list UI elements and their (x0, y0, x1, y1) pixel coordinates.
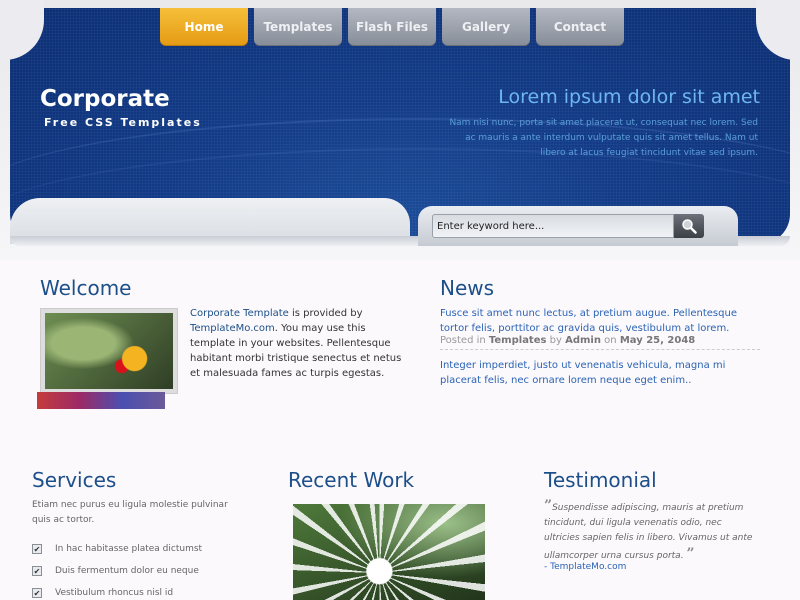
nav-item-flash-files[interactable]: Flash Files (348, 8, 436, 46)
checkbox-icon: ✔ (32, 588, 42, 598)
meta-on-label: on (604, 335, 617, 346)
quote-open-icon: ” (544, 498, 553, 514)
recent-work-heading: Recent Work (288, 468, 415, 492)
meta-date: May 25, 2048 (619, 335, 696, 346)
list-item[interactable]: ✔ Vestibulum rhoncus nisl id (32, 582, 202, 600)
welcome-text: Corporate Template is provided by Templa… (190, 306, 410, 381)
magnifier-icon (682, 219, 697, 234)
nav-item-templates[interactable]: Templates (254, 8, 342, 46)
corporate-template-link[interactable]: Corporate Template (190, 308, 289, 319)
news-divider (440, 349, 760, 350)
testimonial-author-link[interactable]: - TemplateMo.com (544, 562, 626, 572)
search-button[interactable] (674, 214, 704, 238)
news-item-link[interactable]: Fusce sit amet nunc lectus, at pretium a… (440, 306, 760, 336)
nav-item-home[interactable]: Home (160, 8, 248, 46)
welcome-image-frame (40, 308, 178, 394)
list-item[interactable]: ✔ Duis fermentum dolor eu neque (32, 560, 202, 582)
site-logo-title[interactable]: Corporate (40, 86, 170, 112)
nav-item-gallery[interactable]: Gallery (442, 8, 530, 46)
welcome-heading: Welcome (40, 276, 132, 300)
welcome-text-part: is provided by (288, 308, 363, 319)
recent-work-image[interactable] (293, 504, 485, 600)
list-item-label: Vestibulum rhoncus nisl id (55, 588, 174, 598)
templatemo-link[interactable]: TemplateMo.com (190, 323, 275, 334)
news-item-link[interactable]: Integer imperdiet, justo ut venenatis ve… (440, 358, 760, 388)
image-strip (37, 392, 165, 409)
meta-by-label: by (549, 335, 562, 346)
checkbox-icon: ✔ (32, 566, 42, 576)
nav-item-contact[interactable]: Contact (536, 8, 624, 46)
testimonial-text: ”Suspendisse adipiscing, mauris at preti… (544, 498, 756, 564)
services-text: Etiam nec purus eu ligula molestie pulvi… (32, 500, 228, 525)
orchid-image (45, 313, 173, 389)
meta-posted-label: Posted in (440, 335, 486, 346)
list-item-label: Duis fermentum dolor eu neque (55, 566, 199, 576)
list-item[interactable]: ✔ In hac habitasse platea dictumst (32, 538, 202, 560)
header-text: Nam nisi nunc, porta sit amet placerat u… (449, 118, 758, 158)
list-item-label: In hac habitasse platea dictumst (55, 544, 203, 554)
quote-close-icon: ” (686, 546, 695, 562)
services-list: ✔ In hac habitasse platea dictumst ✔ Duis … (32, 538, 202, 600)
testimonial-body: Suspendisse adipiscing, mauris at pretiu… (544, 503, 753, 561)
testimonial-heading: Testimonial (544, 468, 657, 492)
search-input[interactable] (432, 214, 674, 238)
meta-author-link[interactable]: Admin (565, 335, 601, 346)
main-nav: Home Templates Flash Files Gallery Conta… (160, 8, 624, 46)
meta-category-link[interactable]: Templates (489, 335, 547, 346)
news-meta: Posted in Templates by Admin on May 25, … (440, 335, 695, 346)
site-logo-subtitle: Free CSS Templates (44, 116, 202, 129)
services-heading: Services (32, 468, 117, 492)
news-heading: News (440, 276, 495, 300)
checkbox-icon: ✔ (32, 544, 42, 554)
header-title: Lorem ipsum dolor sit amet (498, 86, 760, 108)
